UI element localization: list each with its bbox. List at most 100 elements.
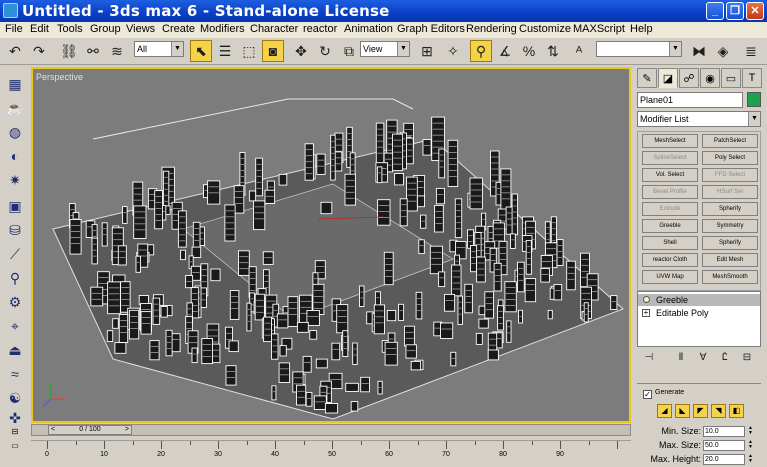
- edit-named-selection-icon[interactable]: ᴬ: [568, 40, 590, 62]
- modifier-button[interactable]: Bevel Profile: [642, 185, 698, 199]
- modifier-button[interactable]: Extrude: [642, 202, 698, 216]
- menu-create[interactable]: Create: [162, 23, 195, 35]
- modifier-button[interactable]: Spherify: [702, 202, 758, 216]
- helper-icon[interactable]: ⚲: [4, 267, 26, 289]
- modifier-button[interactable]: FFD Select: [702, 168, 758, 182]
- stack-item-editable-poly[interactable]: + Editable Poly: [638, 307, 760, 319]
- select-link-icon[interactable]: ⛓: [58, 40, 80, 62]
- window-crossing-icon[interactable]: ◙: [262, 40, 284, 62]
- modifier-button[interactable]: Vol. Select: [642, 168, 698, 182]
- object-color-swatch[interactable]: [747, 92, 761, 107]
- object-name-field[interactable]: Plane01: [637, 92, 743, 108]
- modifier-button[interactable]: Edit Mesh: [702, 253, 758, 267]
- reference-coord-dropdown[interactable]: View ▼: [360, 41, 410, 57]
- prev-frame-icon[interactable]: <: [51, 426, 55, 434]
- max-height-field[interactable]: 20.0: [703, 454, 745, 465]
- selection-filter-dropdown[interactable]: All ▼: [134, 41, 184, 57]
- spinner-snap-icon[interactable]: ⇅: [542, 40, 564, 62]
- scale-icon[interactable]: ⧉: [338, 40, 360, 62]
- make-unique-icon[interactable]: ∀: [695, 350, 711, 366]
- box-icon[interactable]: ▣: [4, 195, 26, 217]
- named-selection-dropdown[interactable]: ▼: [596, 41, 682, 57]
- menu-animation[interactable]: Animation: [344, 23, 393, 35]
- show-end-result-icon[interactable]: Ⅱ: [673, 350, 689, 366]
- expand-icon[interactable]: +: [642, 309, 650, 317]
- align-icon[interactable]: ◈: [712, 40, 734, 62]
- menu-modifiers[interactable]: Modifiers: [200, 23, 245, 35]
- select-manipulate-icon[interactable]: ✧: [442, 40, 464, 62]
- space-warp-icon[interactable]: ≈: [4, 363, 26, 385]
- menu-graph-editors[interactable]: Graph Editors: [397, 23, 465, 35]
- remove-modifier-icon[interactable]: Ꮭ: [717, 350, 733, 366]
- star-icon[interactable]: ✷: [4, 169, 26, 191]
- greeble-type-2-icon[interactable]: ◣: [675, 404, 690, 418]
- close-button[interactable]: ✕: [746, 2, 764, 20]
- menu-help[interactable]: Help: [630, 23, 653, 35]
- modifier-button[interactable]: Greeble: [642, 219, 698, 233]
- max-size-field[interactable]: 50.0: [703, 440, 745, 451]
- display-tab-icon[interactable]: ▭: [721, 68, 741, 88]
- shapes-icon[interactable]: ◐: [4, 145, 26, 167]
- trackbar-icon[interactable]: ▭: [8, 441, 22, 451]
- minicurve-icon[interactable]: ⊟: [8, 427, 22, 437]
- greeble-type-3-icon[interactable]: ◤: [693, 404, 708, 418]
- modifier-button[interactable]: MeshSelect: [642, 134, 698, 148]
- menu-views[interactable]: Views: [126, 23, 155, 35]
- greeble-type-1-icon[interactable]: ◢: [657, 404, 672, 418]
- utilities-tab-icon[interactable]: T: [742, 68, 762, 88]
- menu-maxscript[interactable]: MAXScript: [573, 23, 625, 35]
- min-size-field[interactable]: 10.0: [703, 426, 745, 437]
- camera-icon[interactable]: ⏏: [4, 339, 26, 361]
- layer-manager-icon[interactable]: ≣: [740, 40, 762, 62]
- menu-customize[interactable]: Customize: [519, 23, 571, 35]
- percent-snap-icon[interactable]: %: [518, 40, 540, 62]
- generate-checkbox[interactable]: ✓: [643, 390, 652, 399]
- pivot-center-icon[interactable]: ⊞: [416, 40, 438, 62]
- mirror-icon[interactable]: ⧓: [688, 40, 710, 62]
- rectangular-selection-icon[interactable]: ⬚: [238, 40, 260, 62]
- select-by-name-icon[interactable]: ☰: [214, 40, 236, 62]
- menu-reactor[interactable]: reactor: [303, 23, 337, 35]
- menu-file[interactable]: File: [5, 23, 23, 35]
- perspective-viewport[interactable]: Perspective: [31, 67, 631, 423]
- bind-space-warp-icon[interactable]: ≋: [106, 40, 128, 62]
- menu-group[interactable]: Group: [90, 23, 121, 35]
- minimize-button[interactable]: _: [706, 2, 724, 20]
- lightbulb-icon[interactable]: [643, 296, 650, 303]
- move-icon[interactable]: ✥: [290, 40, 312, 62]
- cylinder-icon[interactable]: ⛁: [4, 219, 26, 241]
- menu-character[interactable]: Character: [250, 23, 298, 35]
- modifier-button[interactable]: Shell: [642, 236, 698, 250]
- modifier-button[interactable]: Spherify: [702, 236, 758, 250]
- light-icon[interactable]: ⌖: [4, 315, 26, 337]
- next-frame-icon[interactable]: >: [125, 426, 129, 434]
- modifier-list-dropdown[interactable]: Modifier List ▼: [637, 111, 761, 127]
- modifier-button[interactable]: MeshSmooth: [702, 270, 758, 284]
- spinner-icon[interactable]: ▲ ▼: [747, 440, 754, 451]
- gear-icon[interactable]: ⚙: [4, 291, 26, 313]
- modify-tab-icon[interactable]: ◪: [658, 68, 678, 88]
- redo-icon[interactable]: ↷: [28, 40, 50, 62]
- stack-item-greeble[interactable]: Greeble: [638, 294, 760, 306]
- motion-tab-icon[interactable]: ◉: [700, 68, 720, 88]
- modifier-button[interactable]: SplineSelect: [642, 151, 698, 165]
- modifier-button[interactable]: reactor Cloth: [642, 253, 698, 267]
- menu-edit[interactable]: Edit: [30, 23, 49, 35]
- create-tab-icon[interactable]: ✎: [637, 68, 657, 88]
- menu-tools[interactable]: Tools: [57, 23, 83, 35]
- undo-icon[interactable]: ↶: [4, 40, 26, 62]
- spinner-icon[interactable]: ▲ ▼: [747, 454, 754, 465]
- modifier-button[interactable]: UVW Map: [642, 270, 698, 284]
- track-bar[interactable]: 0 10 20 30 40 50 60 70 80 90: [31, 440, 631, 467]
- configure-sets-icon[interactable]: ⊟: [739, 350, 755, 366]
- time-slider[interactable]: < 0 / 100 >: [31, 424, 631, 436]
- unlink-icon[interactable]: ⚯: [82, 40, 104, 62]
- angle-snap-icon[interactable]: ∡: [494, 40, 516, 62]
- sphere-icon[interactable]: ◍: [4, 121, 26, 143]
- pin-stack-icon[interactable]: ⊣: [641, 350, 657, 366]
- restore-button[interactable]: ❐: [726, 2, 744, 20]
- spinner-icon[interactable]: ▲ ▼: [747, 426, 754, 437]
- modifier-button[interactable]: Symmetry: [702, 219, 758, 233]
- hierarchy-tab-icon[interactable]: ☍: [679, 68, 699, 88]
- modifier-button[interactable]: HSurf Sel: [702, 185, 758, 199]
